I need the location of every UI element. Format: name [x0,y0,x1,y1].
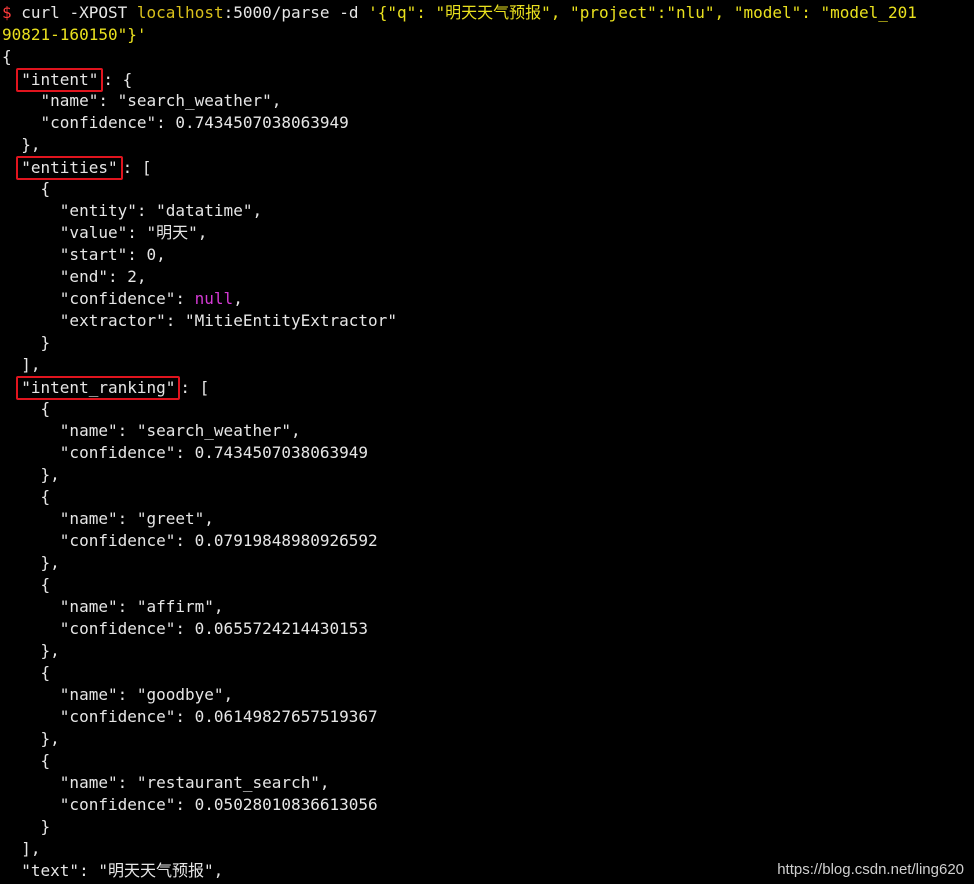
ranking-name-line: "name": "greet", [2,508,214,530]
intent-conf-line: "confidence": 0.7434507038063949 [2,112,349,134]
prompt-symbol: $ [2,3,12,22]
ranking-confidence: "confidence": 0.7434507038063949 [59,443,369,462]
ranking-conf-line: "confidence": 0.0655724214430153 [2,618,368,640]
entity-start-line: "start": 0, [2,244,166,266]
ranking-confidence: "confidence": 0.06149827657519367 [59,707,378,726]
intent-ranking-key-highlight: "intent_ranking" [16,376,181,400]
ranking-name-line: "name": "restaurant_search", [2,772,330,794]
ranking-key-line: "intent_ranking": [ [2,376,210,400]
ranking-name-line: "name": "search_weather", [2,420,301,442]
json-open-brace: { [2,47,12,66]
entity-close-line: } [2,332,51,354]
ranking-name: "name": "restaurant_search", [59,773,330,792]
intent-key-highlight: "intent" [16,68,104,92]
ranking-name-line: "name": "goodbye", [2,684,233,706]
ranking-conf-line: "confidence": 0.06149827657519367 [2,706,378,728]
command-path: :5000/parse -d [223,3,359,22]
ranking-close-brace: }, [40,553,60,572]
command-body-1: '{"q": "明天天气预报", "project":"nlu", "model… [368,3,917,22]
entity-open: { [40,179,51,198]
ranking-close-brace: } [40,817,51,836]
ranking-obj-open: { [2,750,51,772]
entity-conf-null: null [194,289,234,308]
ranking-name-line: "name": "affirm", [2,596,224,618]
ranking-close: ], [21,839,41,858]
entity-conf-line: "confidence": null, [2,288,243,310]
terminal-window[interactable]: $ curl -XPOST localhost:5000/parse -d '{… [0,0,974,884]
ranking-obj-open: { [2,662,51,684]
ranking-obj-close: }, [2,552,60,574]
entity-extractor: "extractor": "MitieEntityExtractor" [59,311,397,330]
command-line: $ curl -XPOST localhost:5000/parse -d '{… [2,2,917,24]
entities-key-rest: : [ [122,158,152,177]
entities-close-line: ], [2,354,41,376]
entity-start: "start": 0, [59,245,166,264]
entities-key-highlight: "entities" [16,156,123,180]
ranking-conf-line: "confidence": 0.07919848980926592 [2,530,378,552]
intent-close: }, [21,135,41,154]
ranking-name: "name": "affirm", [59,597,224,616]
ranking-name: "name": "greet", [59,509,214,528]
ranking-confidence: "confidence": 0.05028010836613056 [59,795,378,814]
entity-open-line: { [2,178,51,200]
text-line: "text": "明天天气预报", [2,860,223,882]
ranking-conf-line: "confidence": 0.05028010836613056 [2,794,378,816]
ranking-close-line: ], [2,838,41,860]
ranking-open-brace: { [40,575,51,594]
intent-key-line: "intent": { [2,68,133,92]
ranking-key-rest: : [ [180,378,210,397]
entity-value: "value": "明天", [59,223,208,242]
intent-name-line: "name": "search_weather", [2,90,282,112]
command-name: curl [21,3,60,22]
entity-close: } [40,333,51,352]
ranking-open-brace: { [40,663,51,682]
ranking-obj-close: }, [2,640,60,662]
entity-conf-comma: , [233,289,243,308]
command-body-2: 90821-160150"}' [2,25,147,44]
text-value: "text": "明天天气预报", [21,861,224,880]
entities-key-line: "entities": [ [2,156,152,180]
entity-value-line: "value": "明天", [2,222,208,244]
ranking-name: "name": "search_weather", [59,421,301,440]
entities-close: ], [21,355,41,374]
command-flag: -XPOST [69,3,128,22]
entity-extractor-line: "extractor": "MitieEntityExtractor" [2,310,397,332]
ranking-obj-open: { [2,486,51,508]
entity-end: "end": 2, [59,267,147,286]
ranking-name: "name": "goodbye", [59,685,234,704]
ranking-open-brace: { [40,487,51,506]
ranking-obj-open: { [2,398,51,420]
ranking-obj-close: } [2,816,51,838]
intent-name: "name": "search_weather", [40,91,282,110]
ranking-close-brace: }, [40,729,60,748]
ranking-obj-open: { [2,574,51,596]
ranking-conf-line: "confidence": 0.7434507038063949 [2,442,368,464]
intent-key-rest: : { [103,70,133,89]
watermark: https://blog.csdn.net/ling620 [777,861,964,878]
command-line-wrap: 90821-160150"}' [2,24,147,46]
ranking-obj-close: }, [2,464,60,486]
entity-entity-line: "entity": "datatime", [2,200,262,222]
intent-close-line: }, [2,134,41,156]
ranking-obj-close: }, [2,728,60,750]
ranking-confidence: "confidence": 0.0655724214430153 [59,619,369,638]
ranking-close-brace: }, [40,641,60,660]
entity-conf-key: "confidence": [59,289,195,308]
ranking-open-brace: { [40,399,51,418]
command-host: localhost [136,3,224,22]
entity-end-line: "end": 2, [2,266,147,288]
ranking-confidence: "confidence": 0.07919848980926592 [59,531,378,550]
entity-entity: "entity": "datatime", [59,201,263,220]
ranking-close-brace: }, [40,465,60,484]
ranking-open-brace: { [40,751,51,770]
intent-confidence: "confidence": 0.7434507038063949 [40,113,349,132]
